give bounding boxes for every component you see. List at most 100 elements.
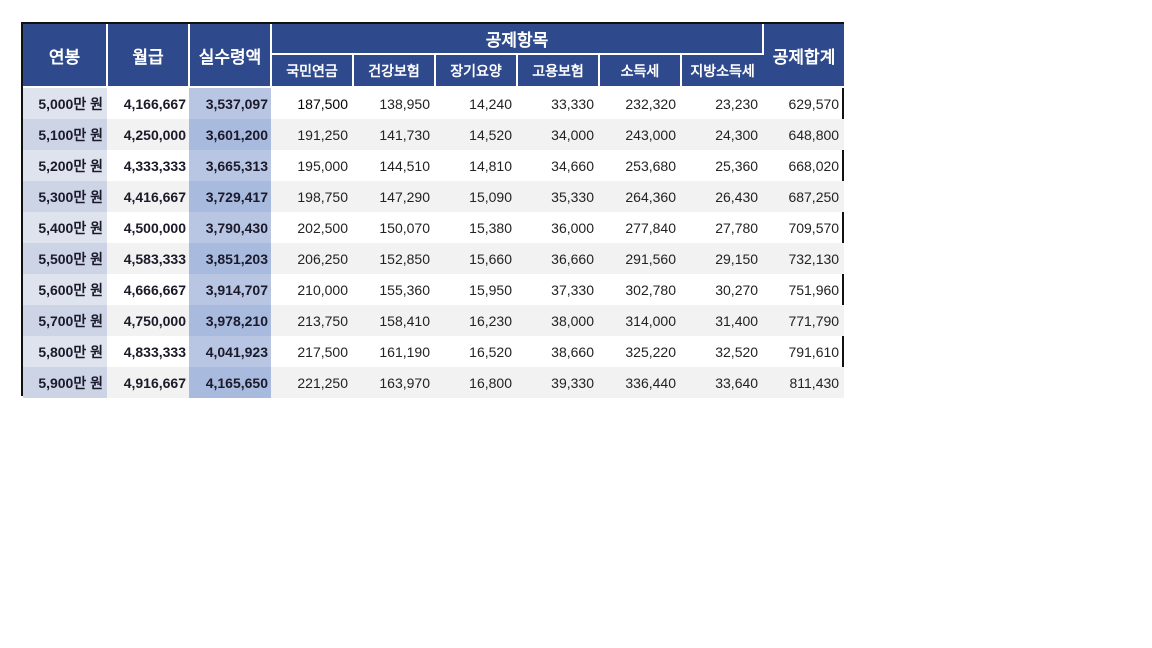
cell-longterm-care: 14,520 xyxy=(435,119,517,150)
cell-local-tax: 25,360 xyxy=(715,157,759,174)
cell-total: 811,430 xyxy=(763,367,845,398)
table-row: 5,800만 원 4,833,333 4,041,923 217,500 161,190… xyxy=(23,336,844,367)
cell-health: 138,950 xyxy=(379,95,430,112)
header-net: 실수령액 xyxy=(189,24,272,88)
cell-annual: 5,500만 원 xyxy=(23,243,107,274)
cell-local-tax: 32,520 xyxy=(715,343,759,360)
cell-annual: 5,900만 원 xyxy=(23,367,107,398)
cell-income-tax: 253,680 xyxy=(625,157,676,174)
cell-annual: 5,700만 원 xyxy=(23,305,107,336)
cell-health: 155,360 xyxy=(379,281,430,298)
header-pension: 국민연금 xyxy=(271,54,354,88)
cell-health: 141,730 xyxy=(353,119,435,150)
header-monthly: 월급 xyxy=(107,24,190,88)
cell-employment: 33,330 xyxy=(551,95,594,112)
header-employment: 고용보험 xyxy=(517,54,600,88)
cell-monthly: 4,666,667 xyxy=(123,281,186,298)
header-total: 공제합계 xyxy=(763,24,845,88)
cell-total: 668,020 xyxy=(788,157,840,174)
table-row: 5,600만 원 4,666,667 3,914,707 210,000 155,360… xyxy=(23,274,844,305)
cell-total: 751,960 xyxy=(788,281,840,298)
cell-health: 158,410 xyxy=(353,305,435,336)
cell-local-tax: 26,430 xyxy=(681,181,764,212)
cell-income-tax: 291,560 xyxy=(599,243,681,274)
cell-local-tax: 23,230 xyxy=(715,95,759,112)
cell-local-tax: 24,300 xyxy=(681,119,764,150)
cell-health: 144,510 xyxy=(379,157,430,174)
cell-employment: 36,660 xyxy=(517,243,599,274)
table-row: 5,300만 원 4,416,667 3,729,417 198,750 147,290… xyxy=(23,181,845,212)
cell-pension: 221,250 xyxy=(271,367,353,398)
cell-net: 3,665,313 xyxy=(189,150,271,181)
cell-annual: 5,600만 원 xyxy=(23,274,107,305)
cell-annual: 5,000만 원 xyxy=(23,87,107,119)
cell-employment: 36,000 xyxy=(551,219,594,236)
cell-annual: 5,400만 원 xyxy=(23,212,107,243)
cell-local-tax: 30,270 xyxy=(715,281,759,298)
salary-deduction-table: 연봉 월급 실수령액 공제항목 공제합계 국민연금 건강보험 장기요양 고용보험… xyxy=(23,24,845,398)
table-header: 연봉 월급 실수령액 공제항목 공제합계 국민연금 건강보험 장기요양 고용보험… xyxy=(23,24,845,88)
cell-total: 648,800 xyxy=(763,119,845,150)
cell-income-tax: 264,360 xyxy=(599,181,681,212)
header-income-tax: 소득세 xyxy=(599,54,682,88)
cell-total: 629,570 xyxy=(788,95,840,112)
cell-employment: 38,000 xyxy=(517,305,599,336)
cell-health: 163,970 xyxy=(353,367,435,398)
cell-monthly: 4,750,000 xyxy=(107,305,189,336)
cell-net: 3,537,097 xyxy=(189,87,271,119)
header-longterm-care: 장기요양 xyxy=(435,54,518,88)
cell-pension: 198,750 xyxy=(271,181,353,212)
table-row: 5,700만 원 4,750,000 3,978,210 213,750 158,410… xyxy=(23,305,845,336)
cell-income-tax: 336,440 xyxy=(599,367,681,398)
table-row: 5,200만 원 4,333,333 3,665,313 195,000 144,510… xyxy=(23,150,844,181)
cell-longterm-care: 16,230 xyxy=(435,305,517,336)
cell-pension: 191,250 xyxy=(271,119,353,150)
cell-monthly: 4,416,667 xyxy=(107,181,189,212)
cell-local-tax: 27,780 xyxy=(715,219,759,236)
cell-employment: 38,660 xyxy=(551,343,594,360)
cell-health: 161,190 xyxy=(379,343,430,360)
cell-longterm-care: 14,240 xyxy=(469,95,512,112)
cell-monthly: 4,583,333 xyxy=(107,243,189,274)
cell-employment: 35,330 xyxy=(517,181,599,212)
cell-total: 791,610 xyxy=(788,343,840,360)
cell-total: 709,570 xyxy=(788,219,840,236)
cell-monthly: 4,166,667 xyxy=(123,95,186,112)
cell-pension: 195,000 xyxy=(297,157,348,174)
cell-employment: 37,330 xyxy=(551,281,594,298)
table-body: 5,000만 원 4,166,667 3,537,097 187,500 138,950… xyxy=(23,87,845,398)
cell-net: 3,729,417 xyxy=(189,181,271,212)
cell-income-tax: 314,000 xyxy=(599,305,681,336)
header-annual: 연봉 xyxy=(23,24,108,88)
header-deductions-group: 공제항목 xyxy=(271,24,765,55)
cell-employment: 34,660 xyxy=(551,157,594,174)
cell-longterm-care: 15,950 xyxy=(469,281,512,298)
cell-local-tax: 33,640 xyxy=(681,367,764,398)
cell-pension: 210,000 xyxy=(297,281,348,298)
cell-pension: 217,500 xyxy=(297,343,348,360)
cell-pension: 187,500 xyxy=(297,95,348,112)
table-row: 5,100만 원 4,250,000 3,601,200 191,250 141,730… xyxy=(23,119,845,150)
cell-net: 4,041,923 xyxy=(189,336,271,367)
cell-income-tax: 302,780 xyxy=(625,281,676,298)
cell-health: 150,070 xyxy=(379,219,430,236)
cell-local-tax: 31,400 xyxy=(681,305,764,336)
cell-net: 3,790,430 xyxy=(189,212,271,243)
cell-longterm-care: 16,800 xyxy=(435,367,517,398)
cell-annual: 5,100만 원 xyxy=(23,119,107,150)
table-row: 5,500만 원 4,583,333 3,851,203 206,250 152,850… xyxy=(23,243,845,274)
cell-employment: 39,330 xyxy=(517,367,599,398)
cell-monthly: 4,250,000 xyxy=(107,119,189,150)
cell-pension: 213,750 xyxy=(271,305,353,336)
cell-net: 3,978,210 xyxy=(189,305,271,336)
cell-pension: 202,500 xyxy=(297,219,348,236)
cell-monthly: 4,500,000 xyxy=(123,219,186,236)
table-row: 5,000만 원 4,166,667 3,537,097 187,500 138,950… xyxy=(23,87,844,119)
cell-net: 3,601,200 xyxy=(189,119,271,150)
cell-health: 147,290 xyxy=(353,181,435,212)
cell-income-tax: 243,000 xyxy=(599,119,681,150)
cell-longterm-care: 14,810 xyxy=(469,157,512,174)
cell-total: 771,790 xyxy=(763,305,845,336)
cell-health: 152,850 xyxy=(353,243,435,274)
cell-total: 732,130 xyxy=(763,243,845,274)
